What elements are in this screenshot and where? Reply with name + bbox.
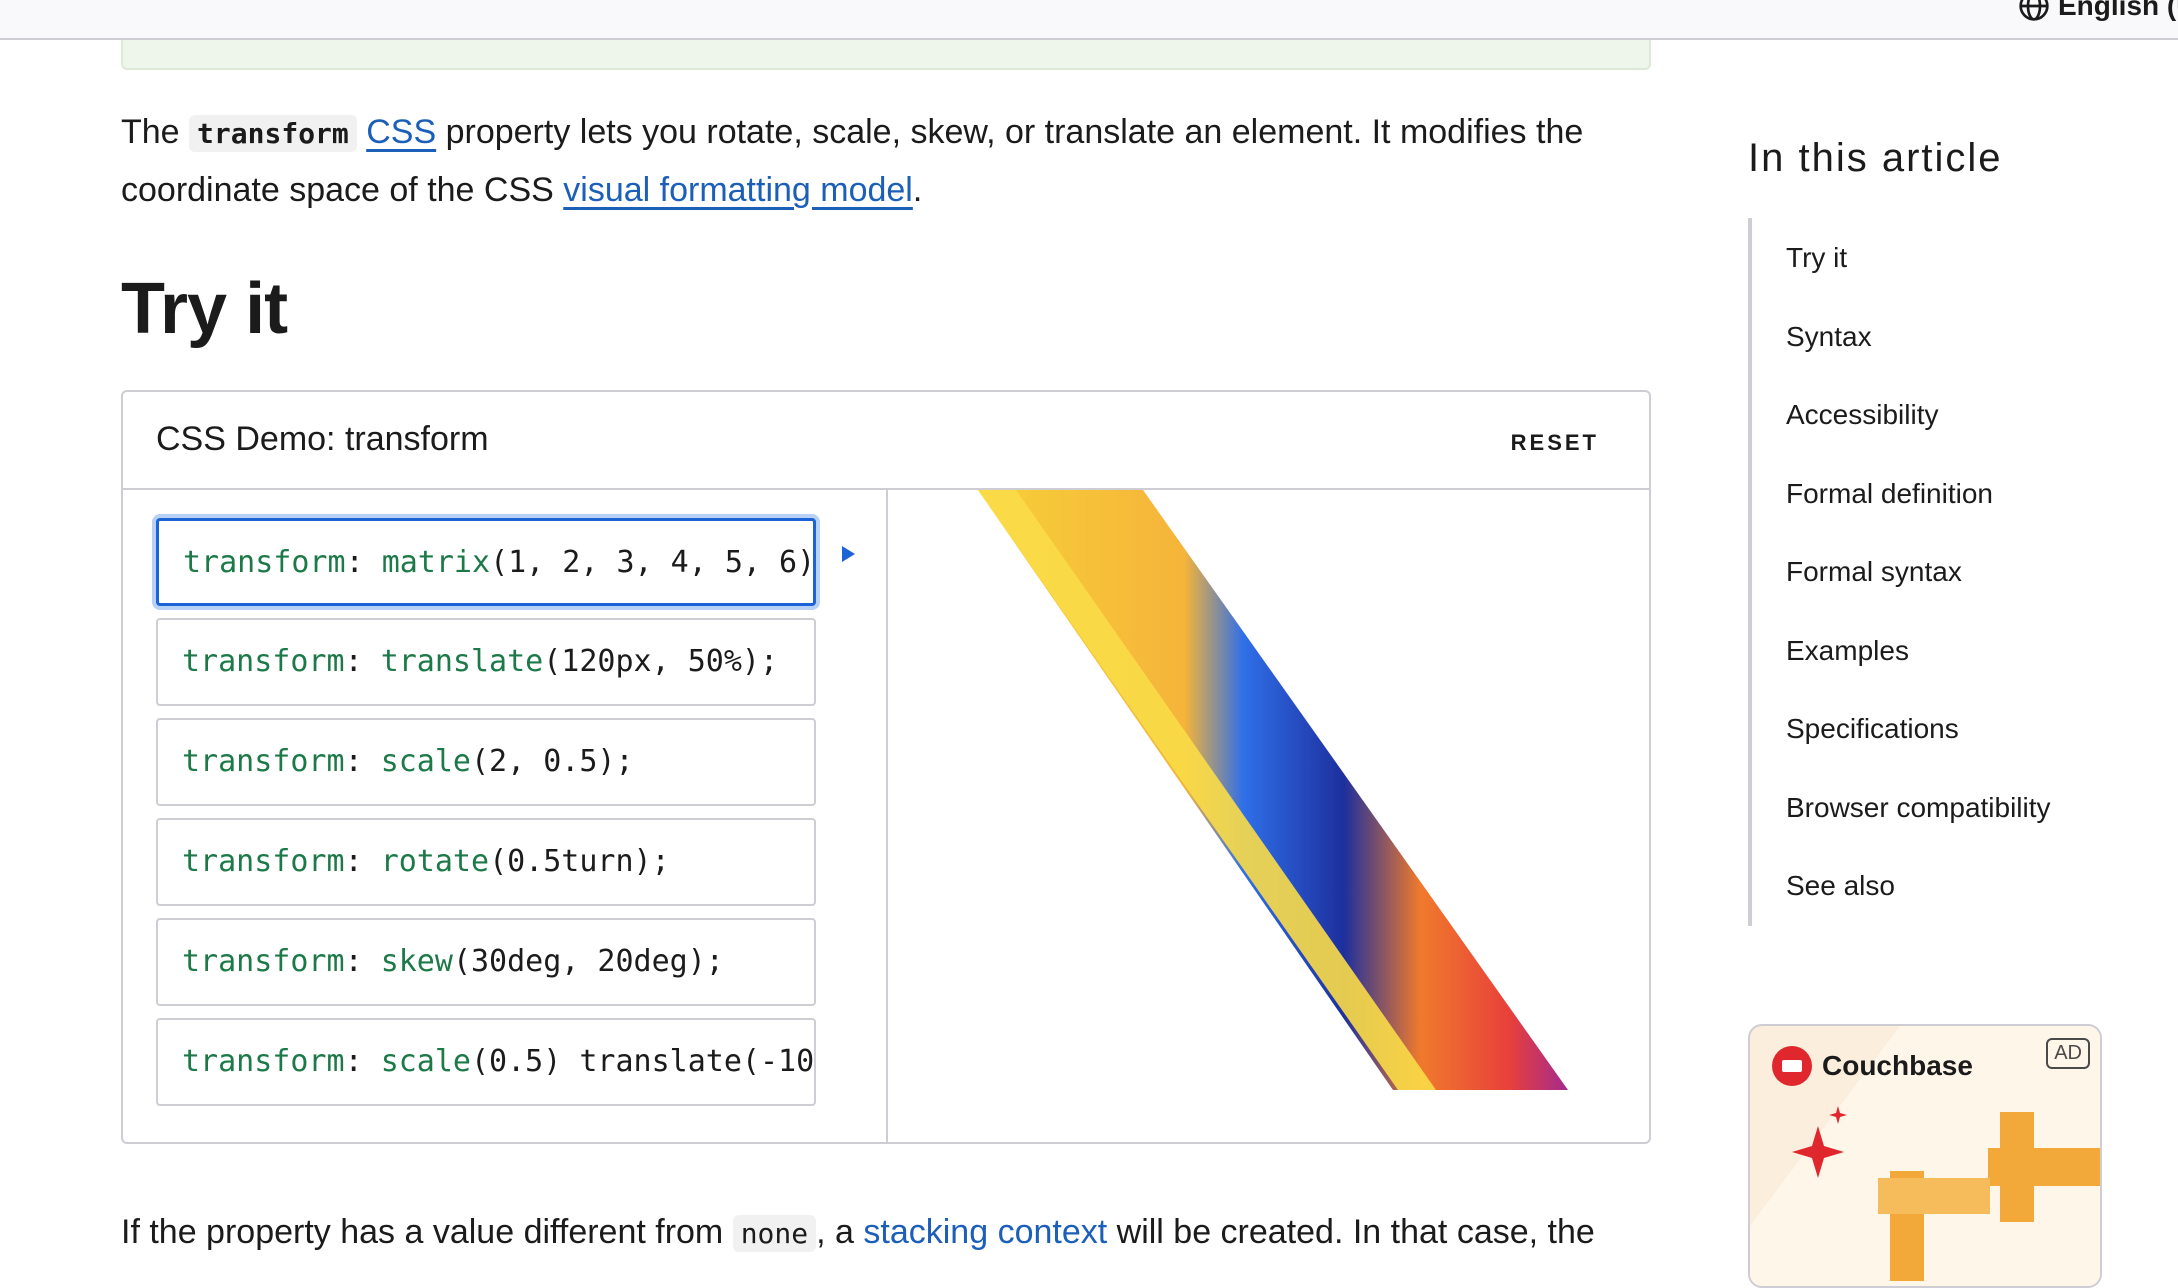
transformed-image xyxy=(978,490,1568,1090)
toc-item-examples[interactable]: Examples xyxy=(1786,635,1909,667)
toc-item-specifications[interactable]: Specifications xyxy=(1786,713,1959,745)
choice-sep: : xyxy=(345,545,382,580)
choice-prop: transform xyxy=(182,844,345,879)
choice-args: (0.5turn); xyxy=(489,844,670,879)
choice-fn: scale xyxy=(380,744,471,779)
visual-formatting-model-link[interactable]: visual formatting model xyxy=(563,171,913,209)
table-of-contents: Try it Syntax Accessibility Formal defin… xyxy=(1748,218,2132,926)
toc-item-accessibility[interactable]: Accessibility xyxy=(1786,399,1938,431)
toc-item-formal-definition[interactable]: Formal definition xyxy=(1786,478,1993,510)
choice-fn: skew xyxy=(380,944,453,979)
choice-skew[interactable]: transform: skew(30deg, 20deg); xyxy=(156,918,816,1006)
choice-scale[interactable]: transform: scale(2, 0.5); xyxy=(156,718,816,806)
demo-title: CSS Demo: transform xyxy=(156,420,489,458)
inline-code-none: none xyxy=(732,1215,817,1252)
choice-sep: : xyxy=(344,644,381,679)
toc-title: In this article xyxy=(1748,136,2003,180)
choice-sep: : xyxy=(344,1044,381,1079)
language-switcher[interactable]: English (U xyxy=(2018,0,2178,22)
intro-paragraph: The transform CSS property lets you rota… xyxy=(121,104,1681,218)
demo-header: CSS Demo: transform RESET xyxy=(123,392,1649,490)
toc-item-syntax[interactable]: Syntax xyxy=(1786,321,1872,353)
css-link[interactable]: CSS xyxy=(366,113,436,151)
choice-fn: scale xyxy=(380,1044,471,1079)
choice-prop: transform xyxy=(182,744,345,779)
stacking-context-link[interactable]: stacking context xyxy=(863,1213,1107,1251)
choice-fn: matrix xyxy=(381,545,491,580)
toc-item-try-it[interactable]: Try it xyxy=(1786,242,1847,274)
intro-text: The xyxy=(121,113,190,151)
bottom-paragraph: If the property has a value different fr… xyxy=(121,1208,1681,1258)
choice-prop: transform xyxy=(182,1044,345,1079)
choice-rotate[interactable]: transform: rotate(0.5turn); xyxy=(156,818,816,906)
reset-button[interactable]: RESET xyxy=(1511,430,1599,456)
skewed-shape-edge xyxy=(978,490,1436,1090)
play-icon[interactable] xyxy=(842,546,855,562)
note-banner xyxy=(121,40,1651,70)
toc-item-formal-syntax[interactable]: Formal syntax xyxy=(1786,556,1962,588)
choice-prop: transform xyxy=(183,545,346,580)
demo-output xyxy=(888,490,1651,1144)
couchbase-logo-icon xyxy=(1772,1046,1812,1086)
ad-brand-name: Couchbase xyxy=(1822,1050,1973,1081)
choice-sep: : xyxy=(344,844,381,879)
inline-code-transform: transform xyxy=(189,115,357,152)
choice-fn: rotate xyxy=(380,844,490,879)
choice-scale-translate[interactable]: transform: scale(0.5) translate(-100%, xyxy=(156,1018,816,1106)
choice-matrix[interactable]: transform: matrix(1, 2, 3, 4, 5, 6); xyxy=(156,518,816,606)
choice-args: (120px, 50%); xyxy=(543,644,779,679)
top-bar: English (U xyxy=(0,0,2178,40)
demo-choices: transform: matrix(1, 2, 3, 4, 5, 6); tra… xyxy=(123,490,888,1144)
toc-item-browser-compatibility[interactable]: Browser compatibility xyxy=(1786,792,2051,824)
globe-icon xyxy=(2019,0,2049,21)
choice-translate[interactable]: transform: translate(120px, 50%); xyxy=(156,618,816,706)
intro-text-suffix: . xyxy=(912,171,923,209)
ad-badge: AD xyxy=(2046,1038,2090,1069)
bottom-text-middle: , a xyxy=(816,1213,864,1251)
choice-sep: : xyxy=(344,744,381,779)
bottom-text: If the property has a value different fr… xyxy=(121,1213,733,1251)
choice-args: (30deg, 20deg); xyxy=(452,944,724,979)
choice-sep: : xyxy=(344,944,381,979)
language-label: English (U xyxy=(2058,0,2178,21)
section-title: Try it xyxy=(121,269,288,349)
bottom-text-suffix: will be created. In that case, the xyxy=(1107,1213,1595,1251)
choice-prop: transform xyxy=(182,944,345,979)
ad-brand: Couchbase xyxy=(1772,1046,1973,1086)
choice-args: (1, 2, 3, 4, 5, 6); xyxy=(490,545,816,580)
toc-item-see-also[interactable]: See also xyxy=(1786,870,1895,902)
advertisement[interactable]: Couchbase AD xyxy=(1748,1024,2102,1288)
choice-fn: translate xyxy=(380,644,544,679)
choice-args: (2, 0.5); xyxy=(471,744,634,779)
choice-args: (0.5) translate(-100%, xyxy=(471,1044,815,1079)
choice-prop: transform xyxy=(182,644,345,679)
css-demo: CSS Demo: transform RESET transform: mat… xyxy=(121,390,1651,1144)
